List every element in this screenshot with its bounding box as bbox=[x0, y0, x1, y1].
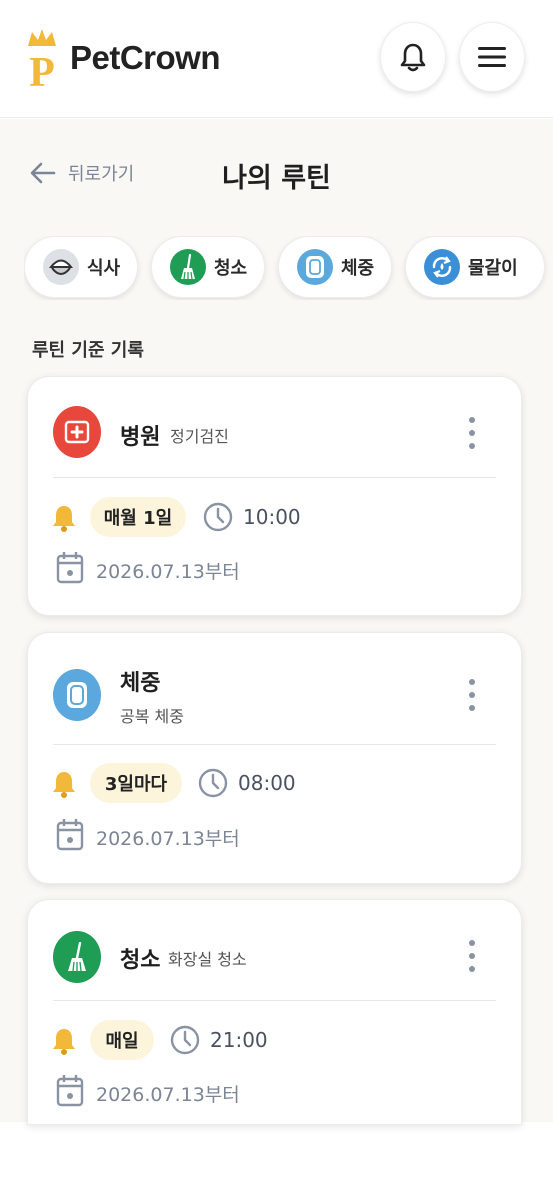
divider bbox=[53, 744, 496, 745]
bottom-area bbox=[0, 1122, 553, 1200]
more-options-icon[interactable] bbox=[464, 417, 480, 449]
bell-icon bbox=[53, 772, 75, 798]
section-label: 루틴 기준 기록 bbox=[32, 340, 144, 361]
page-title: 나의 루틴 bbox=[222, 163, 331, 194]
tab-cleaning[interactable]: 청소 bbox=[151, 236, 265, 298]
routine-time: 08:00 bbox=[238, 771, 296, 795]
calendar-icon bbox=[56, 552, 84, 584]
broom-icon bbox=[53, 931, 101, 983]
menu-button[interactable] bbox=[459, 22, 525, 92]
broom-icon bbox=[170, 249, 206, 285]
frequency-badge: 매일 bbox=[90, 1020, 154, 1060]
tab-weight[interactable]: 체중 bbox=[278, 236, 392, 298]
routine-title: 체중 bbox=[120, 671, 161, 696]
food-bowl-icon bbox=[43, 249, 79, 285]
tab-label: 식사 bbox=[87, 258, 121, 279]
tab-meal[interactable]: 식사 bbox=[24, 236, 138, 298]
routine-card[interactable]: 병원 정기검진 매월 1일 10:00 2026.07.13부터 bbox=[27, 376, 522, 616]
brand-name: PetCrown bbox=[70, 39, 221, 76]
frequency-badge: 매월 1일 bbox=[90, 497, 186, 537]
routine-subtitle: 공복 체중 bbox=[120, 707, 184, 726]
more-options-icon[interactable] bbox=[464, 679, 480, 711]
bell-icon bbox=[400, 43, 426, 72]
routine-card[interactable]: 체중 공복 체중 3일마다 08:00 2026.07.13부터 bbox=[27, 632, 522, 884]
clock-icon bbox=[203, 502, 233, 532]
routine-subtitle: 화장실 청소 bbox=[168, 950, 247, 969]
calendar-icon bbox=[56, 819, 84, 851]
scale-icon bbox=[53, 669, 101, 721]
category-tabs: 식사 청소 체중 물갈이 bbox=[24, 236, 553, 300]
tab-label: 체중 bbox=[341, 258, 375, 279]
tab-label: 물갈이 bbox=[468, 258, 518, 279]
logo[interactable]: P PetCrown bbox=[24, 26, 221, 96]
notifications-button[interactable] bbox=[380, 22, 446, 92]
clock-icon bbox=[198, 768, 228, 798]
routine-subtitle: 정기검진 bbox=[170, 427, 229, 446]
routine-start-date: 2026.07.13부터 bbox=[96, 561, 240, 583]
app-header: P PetCrown bbox=[0, 0, 553, 118]
routine-title: 병원 bbox=[120, 425, 161, 450]
routine-card[interactable]: 청소 화장실 청소 매일 21:00 2026.07.13부터 bbox=[27, 899, 522, 1125]
hospital-icon bbox=[53, 406, 101, 458]
divider bbox=[53, 477, 496, 478]
more-options-icon[interactable] bbox=[464, 940, 480, 972]
crown-logo-icon: P bbox=[24, 26, 60, 96]
bell-icon bbox=[53, 506, 75, 532]
clock-icon bbox=[170, 1025, 200, 1055]
bell-icon bbox=[53, 1029, 75, 1055]
routine-start-date: 2026.07.13부터 bbox=[96, 828, 240, 850]
tab-water-change[interactable]: 물갈이 bbox=[405, 236, 545, 298]
routine-page: P PetCrown 뒤로가기 나의 루틴 식사 청소 체중 물갈이 루틴 기준… bbox=[0, 0, 553, 1200]
routine-title: 청소 bbox=[120, 948, 161, 973]
routine-time: 10:00 bbox=[243, 505, 301, 529]
calendar-icon bbox=[56, 1075, 84, 1107]
routine-time: 21:00 bbox=[210, 1028, 268, 1052]
tab-label: 청소 bbox=[214, 258, 248, 279]
menu-icon bbox=[478, 47, 506, 67]
water-change-icon bbox=[424, 249, 460, 285]
svg-text:P: P bbox=[29, 50, 55, 90]
divider bbox=[53, 1000, 496, 1001]
scale-icon bbox=[297, 249, 333, 285]
routine-start-date: 2026.07.13부터 bbox=[96, 1084, 240, 1106]
frequency-badge: 3일마다 bbox=[90, 763, 182, 803]
